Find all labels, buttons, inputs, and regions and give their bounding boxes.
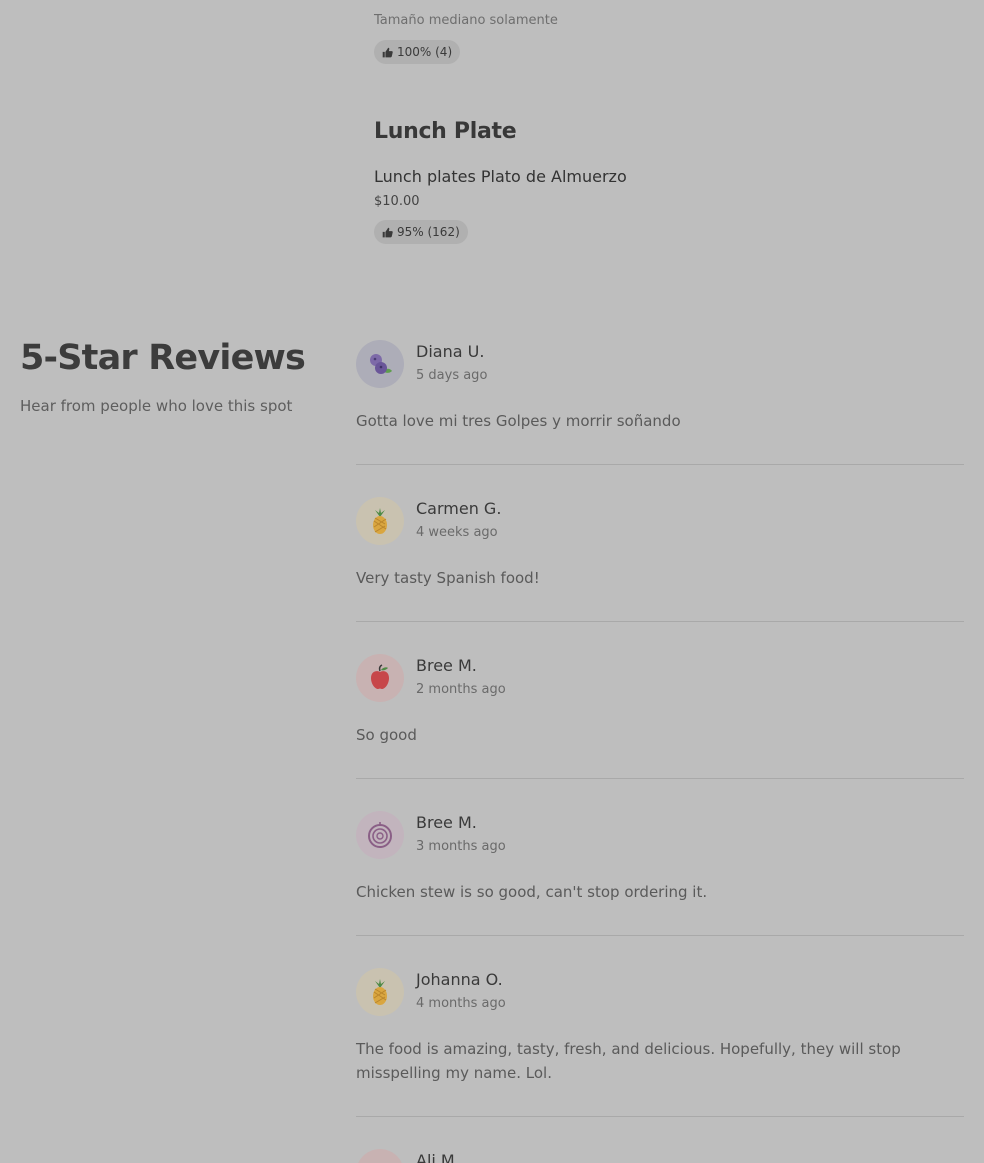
review-text: So good xyxy=(356,726,417,744)
reviewer-name: Bree M. xyxy=(416,656,477,675)
reviews-subheading: Hear from people who love this spot xyxy=(20,397,293,415)
review-text: The food is amazing, tasty, fresh, and d… xyxy=(356,1040,901,1082)
rating-text: 100% (4) xyxy=(397,45,453,59)
review-date: 2 months ago xyxy=(416,682,506,697)
reviews-heading: 5-Star Reviews xyxy=(20,338,306,378)
review-text: Very tasty Spanish food! xyxy=(356,569,540,587)
avatar xyxy=(356,968,404,1016)
divider xyxy=(356,621,964,622)
menu-item-note: Tamaño mediano solamente xyxy=(374,13,558,28)
apple-icon xyxy=(365,663,395,693)
menu-item-name[interactable]: Lunch plates Plato de Almuerzo xyxy=(374,167,627,186)
pineapple-icon xyxy=(365,506,395,536)
review-date: 4 weeks ago xyxy=(416,525,498,540)
pineapple-icon xyxy=(365,977,395,1007)
blueberry-icon xyxy=(365,349,395,379)
store-page: Tamaño mediano solamente 100% (4) Lunch … xyxy=(0,0,984,1163)
avatar xyxy=(356,654,404,702)
onion-icon xyxy=(365,820,395,850)
avatar xyxy=(356,340,404,388)
rating-badge: 100% (4) xyxy=(374,40,461,64)
sprout-icon xyxy=(365,1158,395,1163)
review-text: Chicken stew is so good, can't stop orde… xyxy=(356,883,708,901)
rating-badge: 95% (162) xyxy=(374,220,468,244)
reviewer-name: Johanna O. xyxy=(416,970,503,989)
thumbs-up-icon xyxy=(382,47,393,58)
rating-text: 95% (162) xyxy=(397,225,460,239)
review-date: 4 months ago xyxy=(416,996,506,1011)
divider xyxy=(356,935,964,936)
avatar xyxy=(356,1149,404,1163)
thumbs-up-icon xyxy=(382,227,393,238)
review-date: 5 days ago xyxy=(416,368,488,383)
review-text: Gotta love mi tres Golpes y morrir soñan… xyxy=(356,412,681,430)
reviewer-name: Ali M. xyxy=(416,1151,460,1163)
reviewer-name: Bree M. xyxy=(416,813,477,832)
menu-item-price: $10.00 xyxy=(374,194,420,209)
avatar xyxy=(356,497,404,545)
reviewer-name: Carmen G. xyxy=(416,499,502,518)
divider xyxy=(356,1116,964,1117)
divider xyxy=(356,464,964,465)
review-date: 3 months ago xyxy=(416,839,506,854)
reviewer-name: Diana U. xyxy=(416,342,485,361)
avatar xyxy=(356,811,404,859)
menu-section-title: Lunch Plate xyxy=(374,119,517,144)
divider xyxy=(356,778,964,779)
